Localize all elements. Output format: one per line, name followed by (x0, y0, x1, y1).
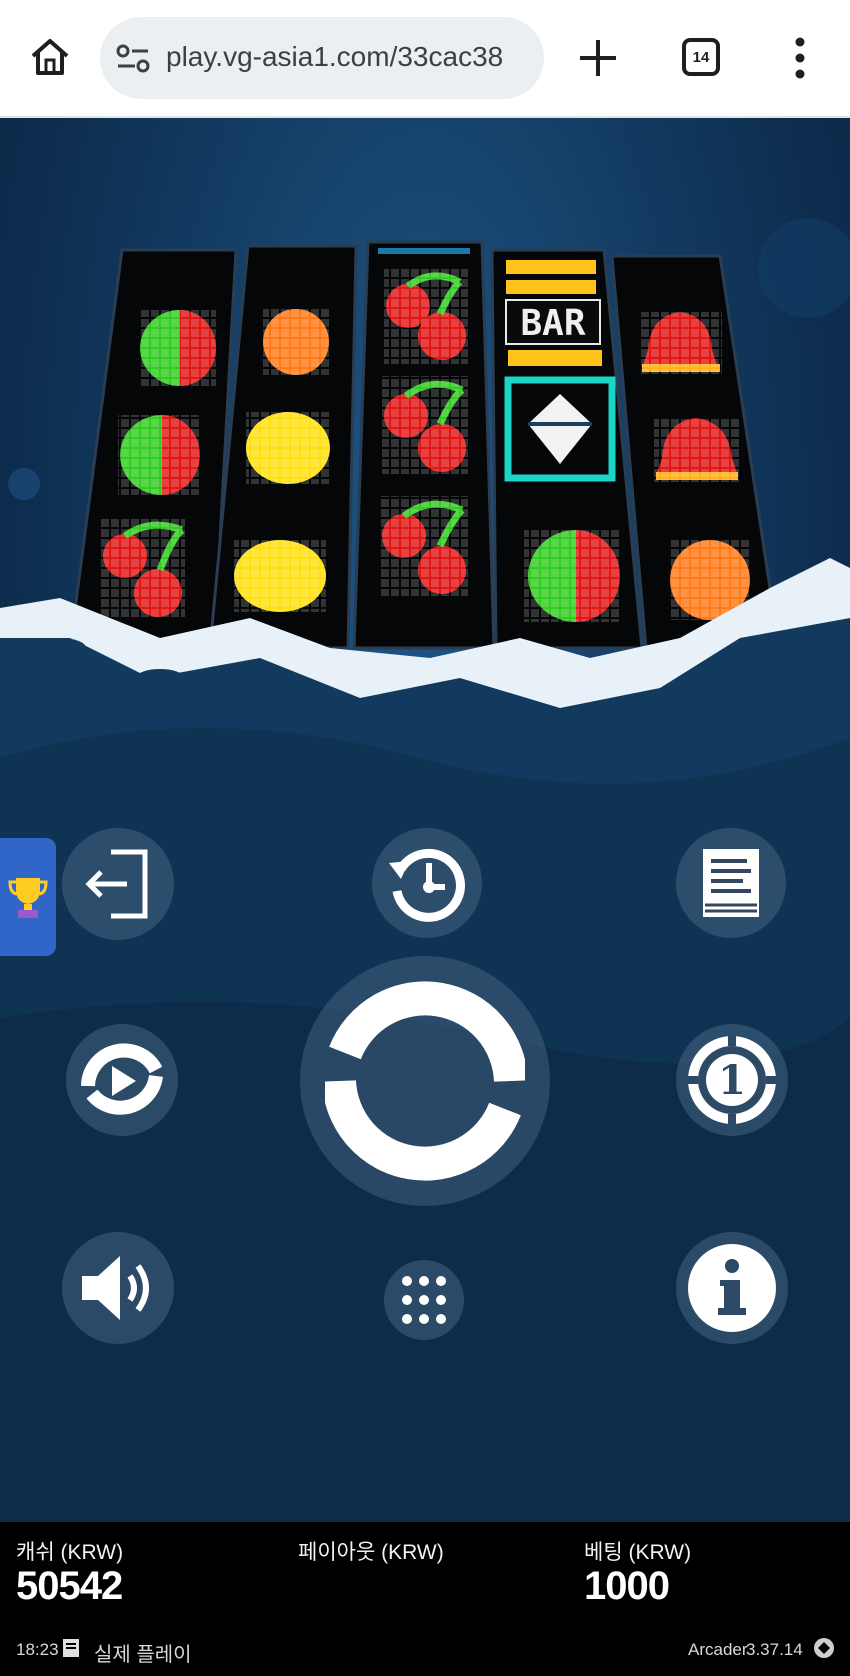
reel-1 (68, 248, 238, 650)
payout-label: 페이아웃 (KRW) (298, 1541, 444, 1564)
svg-text:BAR: BAR (520, 303, 585, 344)
site-settings-icon[interactable] (114, 39, 154, 79)
browser-toolbar: play.vg-asia1.com/33cac38 14 (0, 0, 850, 118)
home-button[interactable] (22, 28, 78, 86)
symbol-cherry (100, 518, 185, 618)
clock-time: 18:23 (16, 1640, 59, 1659)
exit-button[interactable] (62, 828, 174, 940)
history-button[interactable] (372, 828, 482, 938)
bet-label: 베팅 (KRW) (584, 1541, 692, 1564)
document-icon (703, 849, 759, 917)
status-bar: 캐쉬 (KRW) 50542 페이아웃 (KRW) 베팅 (KRW) 1000 … (0, 1522, 850, 1676)
symbol-orange (263, 309, 329, 375)
history-icon (389, 848, 465, 922)
symbol-cherry (384, 268, 468, 364)
play-mode: 실제 플레이 (94, 1644, 192, 1666)
tab-switcher-button[interactable]: 14 (682, 38, 720, 76)
real-play-icon (63, 1639, 79, 1657)
symbol-apple (140, 310, 216, 386)
symbol-lemon (246, 412, 330, 484)
symbol-bell (654, 418, 740, 482)
more-menu-icon[interactable] (780, 30, 820, 86)
spin-icon (325, 981, 525, 1181)
symbol-lemon (234, 540, 326, 612)
address-bar[interactable]: play.vg-asia1.com/33cac38 (100, 17, 544, 99)
settings-gear-icon[interactable] (812, 1636, 836, 1660)
info-icon (688, 1244, 776, 1332)
trophy-icon (8, 878, 48, 918)
reel-3 (352, 240, 496, 650)
bet-value: 1000 (584, 1564, 670, 1608)
grid-icon (402, 1276, 446, 1324)
exit-icon (85, 849, 148, 919)
bet-button[interactable]: 1 (676, 1024, 788, 1136)
autoplay-icon (81, 1043, 163, 1115)
symbol-bell (640, 312, 722, 374)
version-number: 3.37.14 (746, 1640, 803, 1659)
paytable-button[interactable] (676, 828, 786, 938)
tournament-tab[interactable] (0, 838, 56, 956)
symbol-cherry (382, 376, 468, 474)
chip-icon: 1 (688, 1036, 776, 1124)
game-canvas[interactable]: BAR 1 (0, 118, 850, 1522)
symbol-apple (524, 530, 620, 622)
new-tab-button[interactable] (574, 30, 622, 86)
menu-grid-button[interactable] (384, 1260, 464, 1340)
sound-button[interactable] (62, 1232, 174, 1344)
symbol-apple (118, 415, 200, 495)
cash-value: 50542 (16, 1564, 123, 1608)
brand-name: Arcader (688, 1640, 748, 1659)
speaker-icon (82, 1256, 149, 1320)
symbol-cherry (380, 496, 468, 596)
info-button[interactable] (676, 1232, 788, 1344)
cash-label: 캐쉬 (KRW) (16, 1541, 124, 1564)
spin-button[interactable] (300, 956, 550, 1206)
autoplay-button[interactable] (66, 1024, 178, 1136)
url-text[interactable]: play.vg-asia1.com/33cac38 (166, 41, 538, 73)
svg-text:1: 1 (718, 1057, 746, 1104)
home-icon (31, 39, 69, 75)
